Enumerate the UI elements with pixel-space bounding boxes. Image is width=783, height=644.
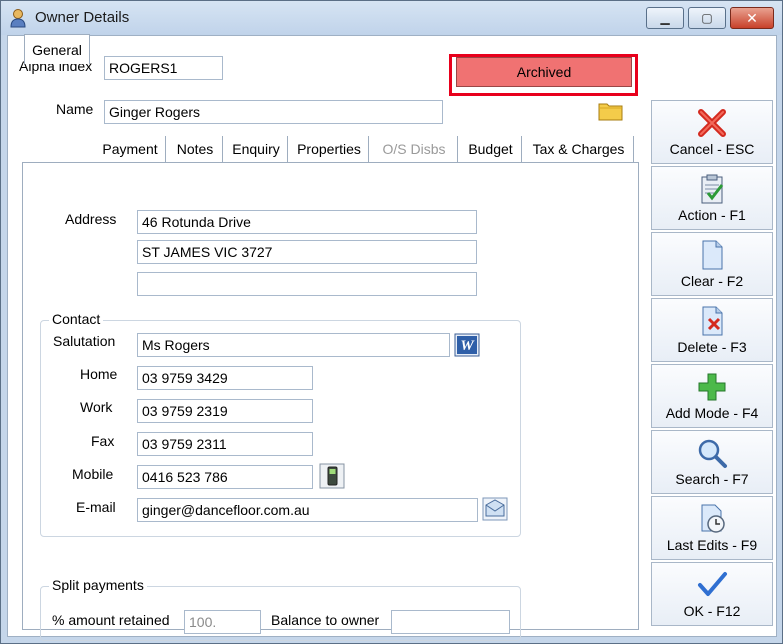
salutation-input[interactable]: Ms Rogers — [137, 333, 450, 357]
email-input[interactable]: ginger@dancefloor.com.au — [137, 498, 478, 522]
tab-properties[interactable]: Properties — [290, 136, 369, 164]
title-bar[interactable]: Owner Details ▁ ▢ ✕ — [1, 1, 782, 35]
ok-button-label: OK - F12 — [683, 603, 741, 619]
tab-enquiry[interactable]: Enquiry — [225, 136, 288, 164]
split-payments-group: Split payments % amount retained 100. Ba… — [40, 577, 521, 641]
ok-checkmark-icon — [698, 572, 727, 596]
tab-notes[interactable]: Notes — [168, 136, 223, 164]
name-input[interactable]: Ginger Rogers — [104, 100, 443, 124]
minimize-icon: ▁ — [660, 11, 670, 25]
address-line3-input[interactable] — [137, 272, 477, 296]
add-mode-button-label: Add Mode - F4 — [665, 405, 759, 421]
mobile-phone-icon[interactable] — [319, 463, 345, 489]
address-line2-input[interactable]: ST JAMES VIC 3727 — [137, 240, 477, 264]
send-email-icon[interactable] — [482, 497, 508, 521]
word-document-icon[interactable]: W — [454, 333, 480, 357]
maximize-icon: ▢ — [701, 11, 713, 25]
svg-text:W: W — [460, 338, 475, 354]
close-button[interactable]: ✕ — [730, 7, 774, 29]
contact-group: Contact Salutation Ms Rogers W Home 03 9… — [40, 311, 521, 537]
tab-os-disbs: O/S Disbs — [371, 136, 458, 164]
balance-to-owner-label: Balance to owner — [271, 612, 380, 628]
address-line1-input[interactable]: 46 Rotunda Drive — [137, 210, 477, 234]
fax-input[interactable]: 03 9759 2311 — [137, 432, 313, 456]
email-label: E-mail — [76, 499, 116, 515]
maximize-button[interactable]: ▢ — [688, 7, 726, 29]
clear-document-icon — [702, 240, 723, 270]
clear-button[interactable]: Clear - F2 — [651, 232, 773, 296]
mobile-input[interactable]: 0416 523 786 — [137, 465, 313, 489]
work-label: Work — [80, 399, 113, 415]
amount-retained-label: % amount retained — [52, 612, 170, 628]
cancel-button[interactable]: Cancel - ESC — [651, 100, 773, 164]
clear-button-label: Clear - F2 — [680, 273, 744, 289]
delete-document-icon — [702, 306, 723, 336]
general-tab-panel: Address 46 Rotunda Drive ST JAMES VIC 37… — [22, 162, 639, 641]
action-button[interactable]: Action - F1 — [651, 166, 773, 230]
add-plus-icon — [698, 373, 726, 401]
tab-general[interactable]: General — [24, 34, 90, 64]
form-client-area: Alpha index ROGERS1 Archived Name Ginger… — [7, 34, 777, 641]
work-phone-input[interactable]: 03 9759 2319 — [137, 399, 313, 423]
owner-details-window: Owner Details ▁ ▢ ✕ Alpha index ROGERS1 … — [0, 0, 783, 644]
tab-tax-charges[interactable]: Tax & Charges — [524, 136, 634, 164]
salutation-label: Salutation — [53, 333, 116, 349]
home-label: Home — [80, 366, 118, 382]
close-icon: ✕ — [746, 10, 758, 26]
window-title: Owner Details — [35, 9, 130, 26]
delete-button-label: Delete - F3 — [677, 339, 747, 355]
amount-retained-input[interactable]: 100. — [184, 610, 261, 634]
fax-label: Fax — [91, 433, 115, 449]
search-button[interactable]: Search - F7 — [651, 430, 773, 494]
mobile-label: Mobile — [72, 466, 114, 482]
cancel-button-label: Cancel - ESC — [669, 141, 755, 157]
last-edits-button[interactable]: Last Edits - F9 — [651, 496, 773, 560]
alpha-index-input[interactable]: ROGERS1 — [104, 56, 223, 80]
tab-budget[interactable]: Budget — [460, 136, 522, 164]
name-label: Name — [56, 101, 94, 117]
delete-button[interactable]: Delete - F3 — [651, 298, 773, 362]
tab-payment[interactable]: Payment — [95, 136, 166, 164]
last-edits-clock-icon — [701, 504, 725, 533]
home-phone-input[interactable]: 03 9759 3429 — [137, 366, 313, 390]
folder-icon[interactable] — [598, 100, 624, 122]
address-label: Address — [65, 211, 117, 227]
ok-button[interactable]: OK - F12 — [651, 562, 773, 626]
search-magnifier-icon — [698, 439, 727, 468]
add-mode-button[interactable]: Add Mode - F4 — [651, 364, 773, 428]
action-button-label: Action - F1 — [678, 207, 746, 223]
owner-person-icon — [10, 9, 26, 28]
search-button-label: Search - F7 — [675, 471, 749, 487]
action-clipboard-icon — [701, 174, 724, 204]
minimize-button[interactable]: ▁ — [646, 7, 684, 29]
archived-status-button[interactable]: Archived — [456, 57, 632, 87]
last-edits-button-label: Last Edits - F9 — [666, 537, 758, 553]
contact-group-title: Contact — [49, 311, 104, 327]
balance-to-owner-input[interactable] — [391, 610, 510, 634]
split-payments-title: Split payments — [49, 577, 147, 593]
cancel-x-icon — [698, 109, 726, 137]
